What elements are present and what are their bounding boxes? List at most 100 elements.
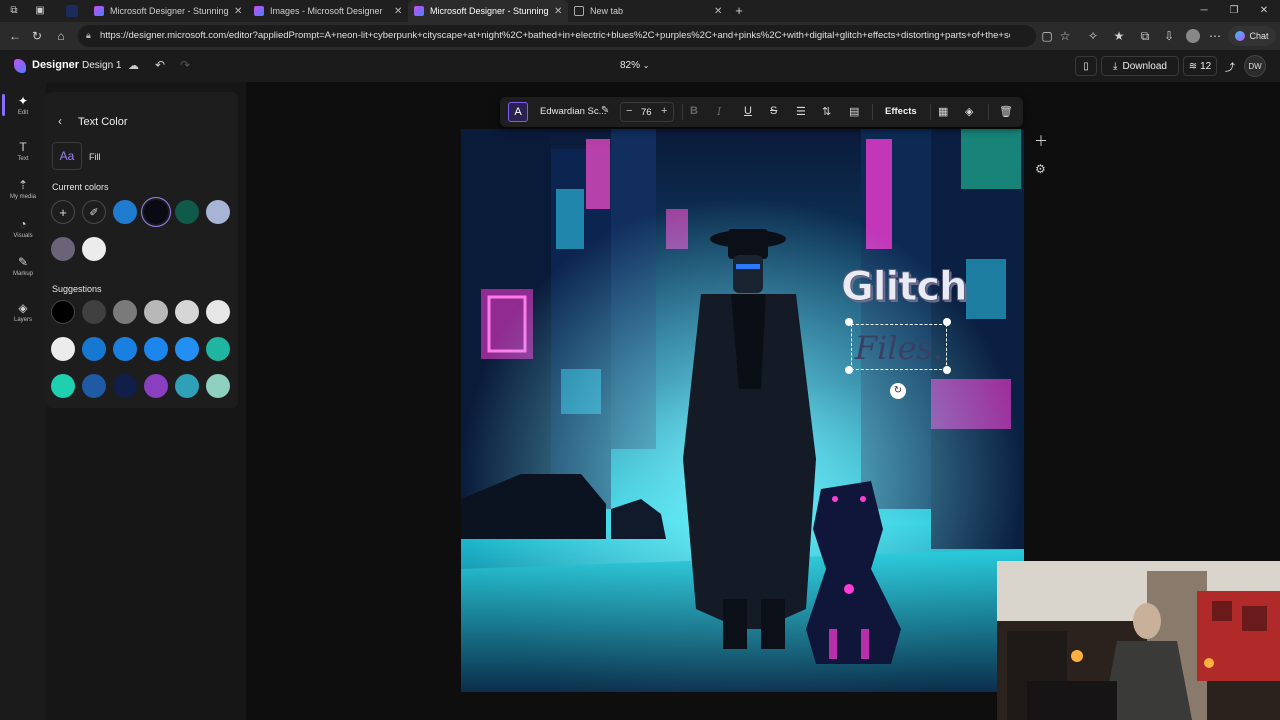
tab-images[interactable]: Images - Microsoft Designer ✕ [248, 0, 408, 22]
suggested-color-swatch[interactable] [206, 300, 230, 324]
suggested-color-swatch[interactable] [144, 337, 168, 361]
current-color-swatch[interactable] [51, 237, 75, 261]
mobile-preview-button[interactable]: ▯ [1075, 56, 1097, 76]
tab-actions-icon[interactable]: ▣ [34, 5, 46, 17]
rail-item-edit[interactable]: ✦ Edit [0, 94, 46, 116]
tab-close-icon[interactable]: ✕ [714, 6, 722, 17]
redo-icon[interactable]: ↷ [180, 58, 190, 72]
minimize-icon[interactable]: ─ [1198, 5, 1210, 17]
user-avatar[interactable]: DW [1244, 55, 1266, 77]
rail-item-text[interactable]: T Text [0, 140, 46, 162]
browser-menu-icon[interactable]: ⧉ [8, 5, 20, 17]
tab-close-icon[interactable]: ✕ [554, 6, 562, 17]
download-button[interactable]: ⤓ Download [1101, 56, 1179, 76]
refresh-icon[interactable]: ↻ [30, 29, 44, 43]
home-icon[interactable]: ⌂ [54, 29, 68, 43]
increase-size-button[interactable]: + [661, 105, 667, 117]
tab-close-icon[interactable]: ✕ [394, 6, 402, 17]
current-color-swatch[interactable] [113, 200, 137, 224]
address-bar[interactable]: 🔒︎ https://designer.microsoft.com/editor… [78, 25, 1036, 47]
page-settings-icon[interactable]: ⚙ [1035, 162, 1046, 176]
decrease-size-button[interactable]: − [626, 105, 632, 117]
align-center-icon[interactable]: ☰ [796, 105, 806, 118]
current-color-swatch[interactable] [144, 200, 168, 224]
suggested-color-swatch[interactable] [144, 374, 168, 398]
zoom-selector[interactable]: 82% ⌄ [620, 60, 650, 71]
italic-button[interactable]: I [717, 105, 721, 118]
selection-handle[interactable] [845, 366, 853, 374]
new-tab-button[interactable]: + [733, 4, 745, 17]
add-color-button[interactable]: + [51, 200, 75, 224]
favorites-icon[interactable]: ★ [1112, 29, 1126, 43]
rail-item-layers[interactable]: ◈ Layers [0, 301, 46, 323]
suggested-color-swatch[interactable] [113, 337, 137, 361]
credits-button[interactable]: ≋ 12 [1183, 56, 1217, 76]
effects-button[interactable]: Effects [885, 106, 917, 117]
copilot-chat-button[interactable]: Chat [1228, 26, 1276, 46]
underline-button[interactable]: U [744, 105, 752, 117]
tab-designer-active[interactable]: Microsoft Designer - Stunning de ✕ [408, 0, 568, 22]
glitch-text-layer[interactable]: Glitch [841, 259, 969, 315]
back-icon[interactable]: ← [8, 29, 22, 43]
rail-item-my-media[interactable]: ⇡ My media [0, 178, 46, 200]
tab-designer-1[interactable]: Microsoft Designer - Stunning de ✕ [88, 0, 248, 22]
cyberpunk-artwork[interactable]: Glitch Files. ↻ [461, 129, 1024, 692]
restore-icon[interactable]: ❐ [1228, 5, 1240, 17]
extensions-icon[interactable]: ✧ [1086, 29, 1100, 43]
text-color-button[interactable]: A [508, 102, 528, 122]
font-family-selector[interactable]: Edwardian Sc... [540, 106, 607, 117]
rail-item-visuals[interactable]: ◔ Visuals [0, 217, 46, 239]
suggested-color-swatch[interactable] [51, 300, 75, 324]
suggested-color-swatch[interactable] [51, 374, 75, 398]
close-window-icon[interactable]: ✕ [1258, 5, 1270, 17]
bold-button[interactable]: B [690, 105, 698, 117]
current-color-swatch[interactable] [206, 200, 230, 224]
selection-handle[interactable] [845, 318, 853, 326]
eyedropper-button[interactable]: ✐ [82, 200, 106, 224]
delete-icon[interactable]: 🗑︎ [999, 105, 1013, 118]
suggested-color-swatch[interactable] [206, 374, 230, 398]
selection-handle[interactable] [943, 318, 951, 326]
profile-avatar[interactable] [1186, 29, 1200, 43]
suggested-color-swatch[interactable] [144, 300, 168, 324]
suggested-color-swatch[interactable] [82, 374, 106, 398]
add-page-icon[interactable]: ＋ [1034, 131, 1048, 151]
share-button[interactable]: ⤴ [1221, 56, 1239, 76]
files-text-layer[interactable]: Files. [851, 324, 947, 370]
font-size-value[interactable]: 76 [641, 107, 652, 118]
pinned-tab-icon[interactable] [66, 5, 78, 17]
current-color-swatch[interactable] [175, 200, 199, 224]
undo-icon[interactable]: ↶ [155, 58, 165, 72]
tab-close-icon[interactable]: ✕ [234, 6, 242, 17]
rail-item-markup[interactable]: ✎ Markup [0, 255, 46, 277]
fill-preview[interactable]: Aa [52, 142, 82, 170]
downloads-icon[interactable]: ⇩ [1162, 29, 1176, 43]
suggested-color-swatch[interactable] [206, 337, 230, 361]
selection-handle[interactable] [943, 366, 951, 374]
favorite-star-icon[interactable]: ☆ [1058, 29, 1072, 43]
arrange-layers-icon[interactable]: ◈ [965, 105, 973, 118]
edit-font-icon[interactable]: ✎ [601, 105, 609, 116]
suggested-color-swatch[interactable] [175, 374, 199, 398]
suggested-color-swatch[interactable] [82, 300, 106, 324]
strikethrough-button[interactable]: S [770, 105, 777, 117]
more-menu-icon[interactable]: ⋯ [1208, 29, 1222, 43]
tab-new[interactable]: New tab ✕ [568, 0, 728, 22]
rotate-handle-icon[interactable]: ↻ [890, 383, 906, 399]
webcam-image [997, 561, 1280, 720]
suggested-color-swatch[interactable] [113, 300, 137, 324]
reader-icon[interactable]: ▢ [1040, 29, 1054, 43]
suggested-color-swatch[interactable] [175, 300, 199, 324]
cloud-sync-icon[interactable]: ☁ [128, 59, 139, 72]
suggested-color-swatch[interactable] [175, 337, 199, 361]
back-chevron-icon[interactable]: ‹ [58, 114, 62, 128]
suggested-color-swatch[interactable] [51, 337, 75, 361]
suggested-color-swatch[interactable] [113, 374, 137, 398]
transparency-icon[interactable]: ▦ [938, 105, 948, 118]
current-color-swatch[interactable] [82, 237, 106, 261]
text-box-icon[interactable]: ▤ [849, 105, 859, 118]
line-spacing-icon[interactable]: ⇅ [822, 105, 831, 118]
design-title[interactable]: Design 1 [82, 60, 121, 71]
suggested-color-swatch[interactable] [82, 337, 106, 361]
collections-icon[interactable]: ⧉ [1138, 29, 1152, 43]
